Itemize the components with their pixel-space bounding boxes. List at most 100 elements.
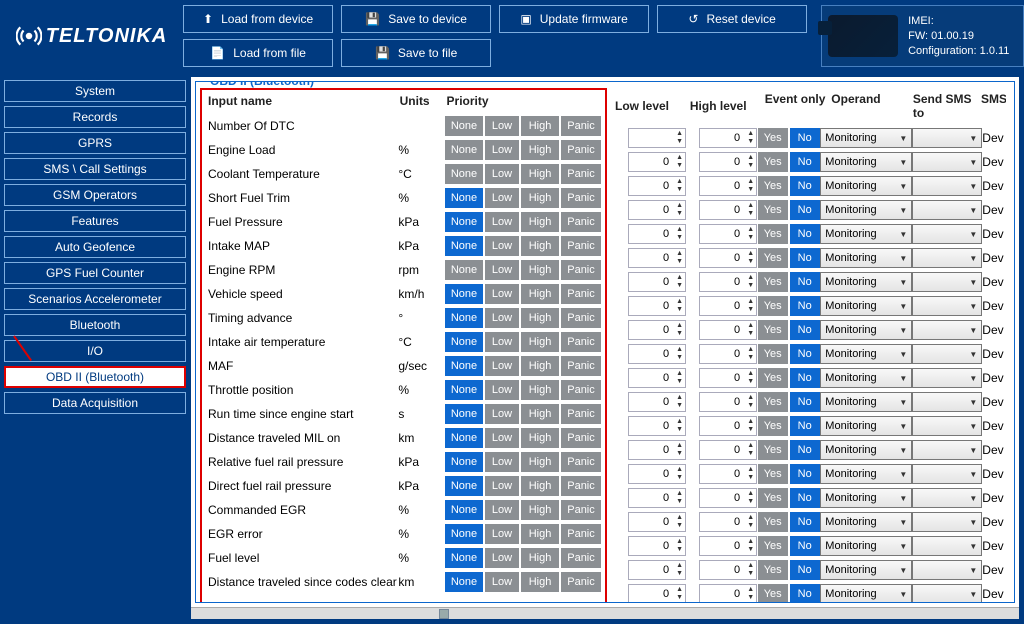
priority-none-button[interactable]: None — [445, 308, 483, 328]
high-level-input[interactable]: 0▲▼ — [699, 344, 757, 364]
low-level-input[interactable]: 0▲▼ — [628, 224, 686, 244]
operand-combo[interactable]: Monitoring▼ — [820, 488, 912, 508]
high-level-input[interactable]: 0▲▼ — [699, 512, 757, 532]
priority-low-button[interactable]: Low — [485, 332, 519, 352]
high-level-input[interactable]: 0▲▼ — [699, 368, 757, 388]
spinner-arrows-icon[interactable]: ▲▼ — [676, 130, 683, 146]
priority-none-button[interactable]: None — [445, 116, 483, 136]
event-no-button[interactable]: No — [790, 224, 820, 244]
low-level-input[interactable]: 0▲▼ — [628, 464, 686, 484]
spinner-arrows-icon[interactable]: ▲▼ — [676, 346, 683, 362]
event-no-button[interactable]: No — [790, 296, 820, 316]
high-level-input[interactable]: 0▲▼ — [699, 320, 757, 340]
priority-high-button[interactable]: High — [521, 164, 559, 184]
priority-low-button[interactable]: Low — [485, 212, 519, 232]
event-yes-button[interactable]: Yes — [758, 128, 788, 148]
priority-high-button[interactable]: High — [521, 188, 559, 208]
spinner-arrows-icon[interactable]: ▲▼ — [747, 370, 754, 386]
spinner-arrows-icon[interactable]: ▲▼ — [747, 178, 754, 194]
send-sms-combo[interactable]: ▼ — [912, 344, 982, 364]
sidebar-item[interactable]: Bluetooth — [4, 314, 186, 336]
high-level-input[interactable]: 0▲▼ — [699, 272, 757, 292]
spinner-arrows-icon[interactable]: ▲▼ — [747, 514, 754, 530]
operand-combo[interactable]: Monitoring▼ — [820, 464, 912, 484]
priority-high-button[interactable]: High — [521, 404, 559, 424]
send-sms-combo[interactable]: ▼ — [912, 536, 982, 556]
event-no-button[interactable]: No — [790, 440, 820, 460]
priority-panic-button[interactable]: Panic — [561, 284, 601, 304]
event-no-button[interactable]: No — [790, 368, 820, 388]
priority-low-button[interactable]: Low — [485, 428, 519, 448]
priority-high-button[interactable]: High — [521, 356, 559, 376]
priority-high-button[interactable]: High — [521, 284, 559, 304]
spinner-arrows-icon[interactable]: ▲▼ — [676, 226, 683, 242]
spinner-arrows-icon[interactable]: ▲▼ — [676, 586, 683, 602]
priority-low-button[interactable]: Low — [485, 188, 519, 208]
priority-panic-button[interactable]: Panic — [561, 380, 601, 400]
priority-panic-button[interactable]: Panic — [561, 572, 601, 592]
spinner-arrows-icon[interactable]: ▲▼ — [747, 538, 754, 554]
priority-panic-button[interactable]: Panic — [561, 260, 601, 280]
spinner-arrows-icon[interactable]: ▲▼ — [747, 490, 754, 506]
spinner-arrows-icon[interactable]: ▲▼ — [676, 154, 683, 170]
priority-low-button[interactable]: Low — [485, 356, 519, 376]
operand-combo[interactable]: Monitoring▼ — [820, 560, 912, 580]
high-level-input[interactable]: 0▲▼ — [699, 224, 757, 244]
low-level-input[interactable]: 0▲▼ — [628, 152, 686, 172]
high-level-input[interactable]: 0▲▼ — [699, 488, 757, 508]
priority-panic-button[interactable]: Panic — [561, 140, 601, 160]
priority-none-button[interactable]: None — [445, 140, 483, 160]
spinner-arrows-icon[interactable]: ▲▼ — [676, 394, 683, 410]
low-level-input[interactable]: 0▲▼ — [628, 344, 686, 364]
sidebar-item[interactable]: Scenarios Accelerometer — [4, 288, 186, 310]
spinner-arrows-icon[interactable]: ▲▼ — [747, 298, 754, 314]
priority-none-button[interactable]: None — [445, 572, 483, 592]
send-sms-combo[interactable]: ▼ — [912, 464, 982, 484]
priority-panic-button[interactable]: Panic — [561, 116, 601, 136]
load-from-file-button[interactable]: 📄Load from file — [183, 39, 333, 67]
spinner-arrows-icon[interactable]: ▲▼ — [747, 394, 754, 410]
spinner-arrows-icon[interactable]: ▲▼ — [747, 586, 754, 602]
send-sms-combo[interactable]: ▼ — [912, 200, 982, 220]
spinner-arrows-icon[interactable]: ▲▼ — [747, 322, 754, 338]
priority-none-button[interactable]: None — [445, 212, 483, 232]
priority-none-button[interactable]: None — [445, 380, 483, 400]
sidebar-item[interactable]: GPRS — [4, 132, 186, 154]
priority-high-button[interactable]: High — [521, 524, 559, 544]
operand-combo[interactable]: Monitoring▼ — [820, 584, 912, 603]
low-level-input[interactable]: ▲▼ — [628, 128, 686, 148]
priority-low-button[interactable]: Low — [485, 500, 519, 520]
event-no-button[interactable]: No — [790, 176, 820, 196]
low-level-input[interactable]: 0▲▼ — [628, 272, 686, 292]
event-no-button[interactable]: No — [790, 488, 820, 508]
priority-high-button[interactable]: High — [521, 236, 559, 256]
spinner-arrows-icon[interactable]: ▲▼ — [676, 370, 683, 386]
spinner-arrows-icon[interactable]: ▲▼ — [676, 322, 683, 338]
priority-none-button[interactable]: None — [445, 164, 483, 184]
priority-high-button[interactable]: High — [521, 572, 559, 592]
sidebar-item[interactable]: Auto Geofence — [4, 236, 186, 258]
send-sms-combo[interactable]: ▼ — [912, 488, 982, 508]
priority-high-button[interactable]: High — [521, 500, 559, 520]
priority-none-button[interactable]: None — [445, 428, 483, 448]
priority-none-button[interactable]: None — [445, 524, 483, 544]
priority-low-button[interactable]: Low — [485, 548, 519, 568]
priority-panic-button[interactable]: Panic — [561, 548, 601, 568]
event-yes-button[interactable]: Yes — [758, 320, 788, 340]
event-yes-button[interactable]: Yes — [758, 248, 788, 268]
priority-high-button[interactable]: High — [521, 548, 559, 568]
spinner-arrows-icon[interactable]: ▲▼ — [676, 250, 683, 266]
event-no-button[interactable]: No — [790, 248, 820, 268]
sidebar-item[interactable]: Records — [4, 106, 186, 128]
low-level-input[interactable]: 0▲▼ — [628, 320, 686, 340]
priority-high-button[interactable]: High — [521, 476, 559, 496]
priority-low-button[interactable]: Low — [485, 236, 519, 256]
spinner-arrows-icon[interactable]: ▲▼ — [676, 514, 683, 530]
event-no-button[interactable]: No — [790, 392, 820, 412]
high-level-input[interactable]: 0▲▼ — [699, 416, 757, 436]
priority-high-button[interactable]: High — [521, 332, 559, 352]
low-level-input[interactable]: 0▲▼ — [628, 416, 686, 436]
operand-combo[interactable]: Monitoring▼ — [820, 200, 912, 220]
operand-combo[interactable]: Monitoring▼ — [820, 368, 912, 388]
priority-none-button[interactable]: None — [445, 260, 483, 280]
